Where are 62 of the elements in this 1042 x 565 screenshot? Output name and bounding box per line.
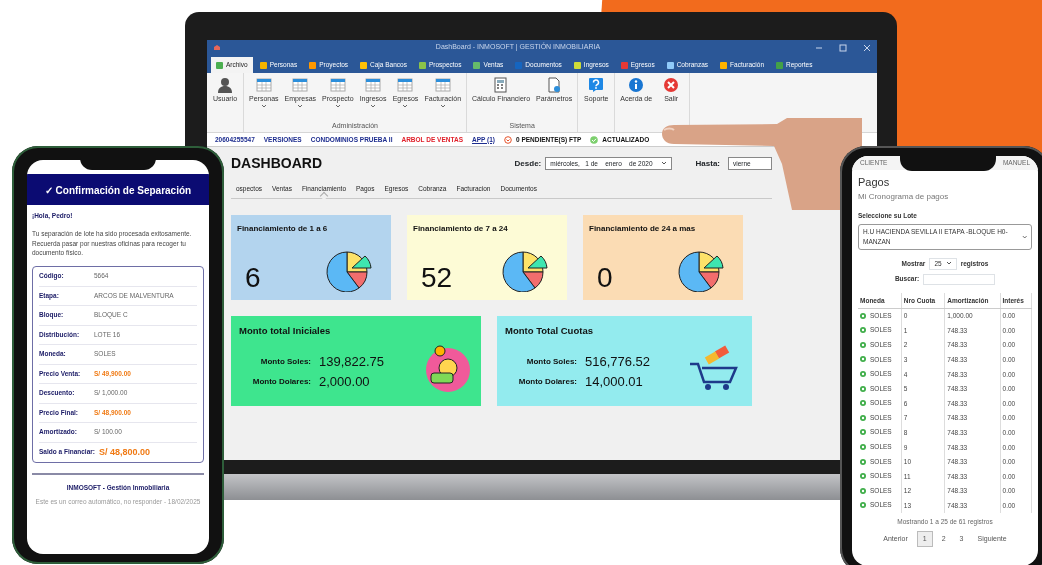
info-icon: [628, 77, 645, 93]
status-dot-icon: [860, 400, 866, 407]
amount-value: 2,000.00: [319, 372, 370, 391]
caret-icon: [945, 261, 952, 267]
caret-icon: [370, 104, 377, 109]
status-dot-icon: [860, 341, 866, 348]
to-label: Hasta:: [695, 157, 720, 170]
card-title: Financiamiento de 1 a 6: [237, 222, 329, 235]
table-icon: [365, 77, 382, 93]
card-title: Monto Total Cuotas: [505, 323, 594, 338]
status-dot-icon: [860, 429, 866, 436]
card-title: Financiamiento de 24 a mas: [589, 222, 697, 235]
table-icon: [292, 77, 309, 93]
caret-icon: [439, 104, 446, 109]
card-title: Monto total Iniciales: [239, 323, 332, 338]
card-value: 6: [245, 263, 261, 292]
card-value: 52: [421, 263, 453, 292]
caret-icon: [1021, 234, 1027, 240]
close-icon: [863, 43, 871, 52]
amount-label: Monto Dolares:: [517, 375, 577, 388]
caret-icon: [660, 161, 667, 166]
page-title: Pagos: [858, 175, 891, 190]
status-dot-icon: [860, 414, 866, 421]
table-icon: [434, 77, 451, 93]
table-icon: [255, 77, 272, 93]
status-dot-icon: [860, 385, 866, 392]
card-value: 0: [597, 263, 613, 292]
status-dot-icon: [860, 487, 866, 494]
user-icon: [217, 77, 233, 93]
table-icon: [397, 77, 414, 93]
amount-label: Monto Soles:: [259, 356, 311, 369]
amount-value: 14,000.01: [585, 372, 643, 391]
status-dot-icon: [860, 327, 866, 334]
card-title: Financiamiento de 7 a 24: [413, 222, 509, 235]
close-icon: [663, 77, 680, 93]
field-value: S/ 48,800.00: [99, 445, 151, 459]
table-icon: [329, 77, 346, 93]
status-dot-icon: [860, 443, 866, 450]
status-dot-icon: [860, 502, 866, 509]
status-dot-icon: [860, 371, 866, 377]
search-field[interactable]: [923, 273, 996, 285]
amount-label: Monto Soles:: [525, 356, 577, 369]
caret-icon: [260, 104, 267, 109]
help-icon: [588, 77, 605, 93]
status-dot-icon: [860, 458, 866, 465]
amount-value: 516,776.52: [585, 353, 651, 372]
from-label: Desde:: [514, 157, 542, 170]
app-icon: [213, 44, 221, 51]
caret-icon: [334, 104, 341, 109]
money-icon: [423, 342, 473, 393]
maximize-icon: [839, 43, 847, 52]
status-dot-icon: [860, 356, 866, 363]
email-header: ✓ Confirmación de Separación: [27, 174, 209, 205]
amount-label: Monto Dolares:: [251, 375, 311, 388]
page-subtitle: Mi Cronograma de pagos: [858, 190, 950, 203]
calculator-icon: [493, 77, 510, 93]
status-dot-icon: [860, 312, 866, 319]
status-dot-icon: [860, 473, 866, 480]
amount-value: 139,822.75: [319, 353, 385, 372]
caret-icon: [402, 104, 409, 109]
dashboard-title: DASHBOARD: [231, 154, 322, 173]
caret-icon: [297, 104, 304, 109]
